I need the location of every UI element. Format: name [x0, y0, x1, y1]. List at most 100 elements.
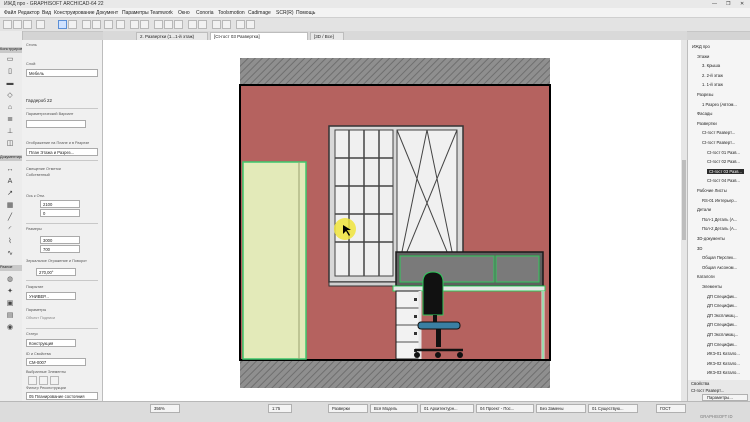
navigator-item[interactable]: ДП Экспликац...	[707, 313, 738, 318]
navigator-item[interactable]: 3D	[697, 246, 702, 251]
select-group-icon[interactable]	[39, 376, 48, 385]
menu-scr[interactable]: SCR(R)	[276, 10, 294, 16]
arrow-select-icon[interactable]	[58, 20, 67, 29]
tab-section[interactable]: 2. Развертки (1...1-й этаж)	[136, 32, 208, 40]
dim1-input[interactable]: 3000	[40, 236, 80, 244]
navigator-item[interactable]: RS-01 Интерьер...	[702, 198, 737, 203]
wardrobe[interactable]	[242, 161, 307, 360]
wall-tool-icon[interactable]: ▭	[3, 55, 17, 65]
filter-select[interactable]: 05 Планирование состояния	[26, 392, 98, 400]
zone-tool-icon[interactable]: ▣	[3, 299, 17, 309]
dimension-select[interactable]: ГОСТ	[656, 404, 686, 413]
magic-wand-icon[interactable]	[116, 20, 125, 29]
id-input[interactable]: СМ-0007	[26, 358, 86, 366]
angle-input[interactable]: 270,00°	[36, 268, 76, 276]
navigator-item[interactable]: 3D-документы	[697, 236, 725, 241]
snap-icon[interactable]	[82, 20, 91, 29]
navigator-item[interactable]: ДП Специфик...	[707, 303, 737, 308]
object-tool-icon[interactable]: ◍	[3, 275, 17, 285]
3d-view-icon[interactable]	[174, 20, 183, 29]
navigator-item[interactable]: Фасады	[697, 111, 712, 116]
undo-icon[interactable]	[36, 20, 45, 29]
navigator-item[interactable]: ИКЭ-01 Катало...	[707, 351, 740, 356]
navigator-item[interactable]: ДП Специфик...	[707, 342, 737, 347]
pen-set-select[interactable]: Разверки	[328, 404, 368, 413]
depth-input[interactable]: 0	[40, 209, 80, 217]
navigator-item[interactable]: 3. Крыша	[702, 63, 720, 68]
spline-tool-icon[interactable]: ∿	[3, 249, 17, 259]
maximize-button[interactable]: ❐	[726, 1, 730, 7]
chair-back[interactable]	[422, 271, 444, 316]
toolbox-section-more[interactable]: Разное	[0, 265, 22, 271]
column-tool-icon[interactable]: ▯	[3, 67, 17, 77]
menu-edit[interactable]: Редактор	[18, 10, 40, 16]
menu-design[interactable]: Конструирование	[54, 10, 95, 16]
line-tool-icon[interactable]: ╱	[3, 213, 17, 223]
arc-tool-icon[interactable]: ◜	[3, 225, 17, 235]
close-button[interactable]: ✕	[740, 1, 744, 7]
elevation-icon[interactable]	[198, 20, 207, 29]
publish-icon[interactable]	[212, 20, 221, 29]
railing-tool-icon[interactable]: ⊥	[3, 127, 17, 137]
navigator-item[interactable]: Элементы	[702, 284, 722, 289]
model-view-select[interactable]: Вся Модель	[370, 404, 418, 413]
navigator-item[interactable]: Каталоги	[697, 274, 715, 279]
settings-icon[interactable]	[246, 20, 255, 29]
scale-field[interactable]: 1:75	[268, 404, 292, 413]
menu-toolsmotion[interactable]: Toolsmotion	[218, 10, 245, 16]
teamwork-icon[interactable]	[222, 20, 231, 29]
menu-options[interactable]: Параметры	[122, 10, 149, 16]
navigator-item[interactable]: Сt-гост Разверт...	[702, 140, 735, 145]
status-select[interactable]: Конструкция	[26, 339, 76, 347]
navigator-item[interactable]: ДП Экспликац...	[707, 332, 738, 337]
navigator-item[interactable]: Пол-2 Деталь (А...	[702, 226, 737, 231]
door-tool-icon[interactable]: ◫	[3, 139, 17, 149]
desk-top[interactable]	[392, 285, 546, 292]
navigator-item[interactable]: Сt-гост Разверт...	[702, 130, 735, 135]
navigator-item[interactable]: Развертки	[697, 121, 717, 126]
roof-tool-icon[interactable]: ⌂	[3, 103, 17, 113]
grid-snap-icon[interactable]	[92, 20, 101, 29]
navigator-item-selected[interactable]: Сt-гост 03 Разв...	[707, 168, 744, 174]
navigator-item[interactable]: ДП Специфик...	[707, 294, 737, 299]
fill-tool-icon[interactable]: ▦	[3, 201, 17, 211]
layers-icon[interactable]	[130, 20, 139, 29]
parameters-button[interactable]: Параметры...	[702, 394, 748, 401]
select-all-icon[interactable]	[50, 376, 59, 385]
section-icon[interactable]	[188, 20, 197, 29]
layer-combo-select[interactable]: 01 Архитектурн...	[420, 404, 474, 413]
dim2-input[interactable]: 700	[40, 245, 80, 253]
navigator-item[interactable]: Разрезы	[697, 92, 713, 97]
lamp-tool-icon[interactable]: ✦	[3, 287, 17, 297]
navigator-item[interactable]: 2. 2-й этаж	[702, 73, 723, 78]
canvas-scroll-thumb[interactable]	[682, 160, 686, 240]
minimize-button[interactable]: —	[712, 1, 717, 7]
navigator-item[interactable]: Сt-гост 04 Разв...	[707, 178, 740, 183]
mesh-tool-icon[interactable]: ▤	[3, 311, 17, 321]
navigator-item[interactable]: ИЖД про	[692, 44, 710, 49]
menu-cadimage[interactable]: Cadimage	[248, 10, 271, 16]
navigator-item[interactable]: Этажи	[697, 54, 709, 59]
polyline-tool-icon[interactable]: ⌇	[3, 237, 17, 247]
new-file-icon[interactable]	[3, 20, 12, 29]
trace-icon[interactable]	[154, 20, 163, 29]
navigator-item[interactable]: ИКЭ-02 Катало...	[707, 361, 740, 366]
camera-tool-icon[interactable]: ◉	[3, 323, 17, 333]
menu-file[interactable]: Файл	[4, 10, 16, 16]
chair-seat[interactable]	[417, 321, 461, 330]
navigator-item[interactable]: 1 Разрез (Автом...	[702, 102, 737, 107]
width-input[interactable]: 2100	[40, 200, 80, 208]
pen-icon[interactable]	[140, 20, 149, 29]
tab-3d[interactable]: [3D / Все]	[310, 32, 344, 40]
navigator-item[interactable]: Сt-гост 02 Разв...	[707, 159, 740, 164]
tab-interior-elevation[interactable]: [Сt-гост 03 Развертка]	[210, 32, 308, 40]
renovation-select[interactable]: 01 Существую...	[588, 404, 638, 413]
stair-tool-icon[interactable]: ≣	[3, 115, 17, 125]
layer-select[interactable]: Мебель	[26, 69, 98, 77]
guide-line-icon[interactable]	[104, 20, 113, 29]
menu-conoria[interactable]: Conoria	[196, 10, 214, 16]
drawing-canvas[interactable]	[103, 40, 687, 401]
dimension-tool-icon[interactable]: ↔	[3, 165, 17, 175]
menu-view[interactable]: Вид	[42, 10, 51, 16]
menu-window[interactable]: Окно	[178, 10, 190, 16]
